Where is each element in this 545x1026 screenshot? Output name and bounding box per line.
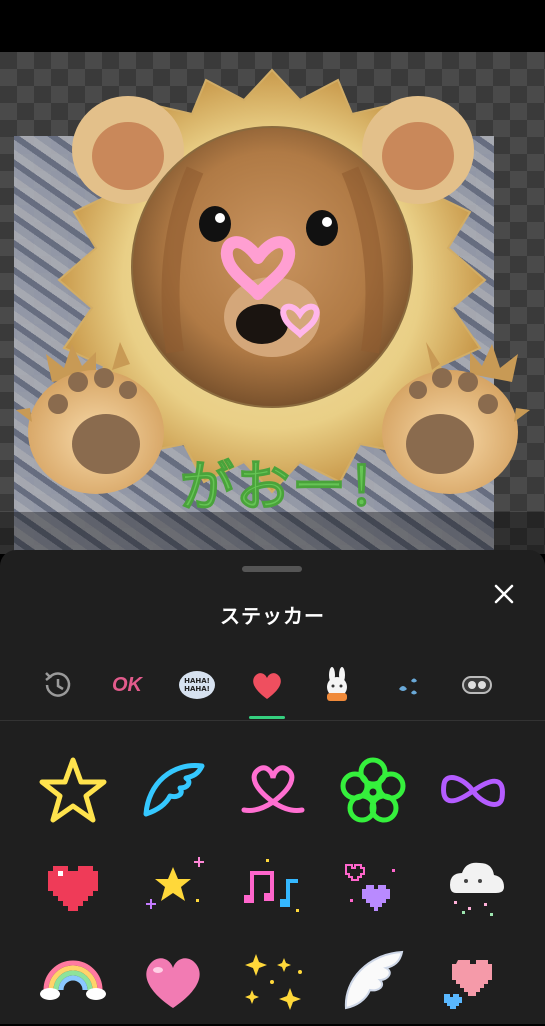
sticker-neon-bow[interactable] bbox=[428, 746, 518, 836]
neon-flower-icon bbox=[340, 757, 406, 823]
white-wing-icon bbox=[344, 950, 404, 1010]
pixel-heart-pink-icon bbox=[444, 960, 492, 1009]
tab-drops[interactable] bbox=[382, 660, 432, 710]
drops-icon bbox=[399, 678, 417, 695]
tab-ok[interactable]: OK bbox=[102, 660, 152, 710]
gold-sparkles-icon bbox=[245, 954, 302, 1010]
close-icon bbox=[494, 584, 514, 604]
sticker-pixel-rainbow[interactable] bbox=[28, 936, 118, 1026]
sticker-gold-sparkles[interactable] bbox=[228, 936, 318, 1026]
ok-sticker-icon: OK bbox=[112, 673, 142, 696]
neon-star-icon bbox=[39, 757, 107, 823]
dog-face-icon bbox=[131, 126, 413, 408]
neon-bow-icon bbox=[441, 775, 505, 807]
neon-heart-ribbon-icon bbox=[241, 765, 305, 813]
sticker-panel: ステッカー OK HAHA! HAHA! bbox=[0, 550, 545, 1024]
pixel-music-notes-icon bbox=[244, 859, 299, 912]
sticker-pink-heart[interactable] bbox=[128, 936, 218, 1026]
pixel-stars-icon bbox=[146, 857, 204, 909]
eyes-icon bbox=[462, 676, 492, 694]
caption-text-sticker[interactable]: がおー！ bbox=[180, 442, 404, 521]
tab-history[interactable] bbox=[32, 660, 82, 710]
sticker-pixel-heart-pink[interactable] bbox=[428, 936, 518, 1026]
drag-handle[interactable] bbox=[242, 566, 302, 572]
sticker-pixel-stars[interactable] bbox=[128, 841, 218, 931]
pink-heart-icon bbox=[146, 958, 200, 1008]
pixel-hearts-purple-icon bbox=[345, 864, 395, 911]
pixel-heart-red-icon bbox=[48, 866, 98, 911]
close-button[interactable] bbox=[488, 578, 520, 610]
rabbit-icon bbox=[327, 667, 347, 701]
tab-hearts[interactable] bbox=[242, 660, 292, 710]
sticker-white-wing[interactable] bbox=[328, 936, 418, 1026]
pixel-cloud-icon bbox=[450, 862, 504, 916]
sticker-neon-flower[interactable] bbox=[328, 746, 418, 836]
sticker-pixel-cloud[interactable] bbox=[428, 841, 518, 931]
sticker-neon-heart-ribbon[interactable] bbox=[228, 746, 318, 836]
pixel-rainbow-icon bbox=[40, 960, 106, 1000]
sticker-pixel-music-notes[interactable] bbox=[228, 841, 318, 931]
tab-haha[interactable]: HAHA! HAHA! bbox=[172, 660, 222, 710]
sticker-neon-star[interactable] bbox=[28, 746, 118, 836]
sticker-pixel-heart-red[interactable] bbox=[28, 841, 118, 931]
tab-eyes[interactable] bbox=[452, 660, 502, 710]
sticker-category-tabs: OK HAHA! HAHA! bbox=[0, 660, 545, 720]
tab-rabbit[interactable] bbox=[312, 660, 362, 710]
heart-icon bbox=[253, 673, 281, 699]
neon-wing-icon bbox=[143, 763, 205, 817]
sticker-pixel-hearts-purple[interactable] bbox=[328, 841, 418, 931]
history-icon bbox=[45, 672, 71, 697]
haha-bubble-icon: HAHA! HAHA! bbox=[179, 671, 215, 699]
panel-title: ステッカー bbox=[220, 604, 325, 628]
sticker-neon-wing[interactable] bbox=[128, 746, 218, 836]
selected-tab-indicator bbox=[249, 716, 285, 719]
